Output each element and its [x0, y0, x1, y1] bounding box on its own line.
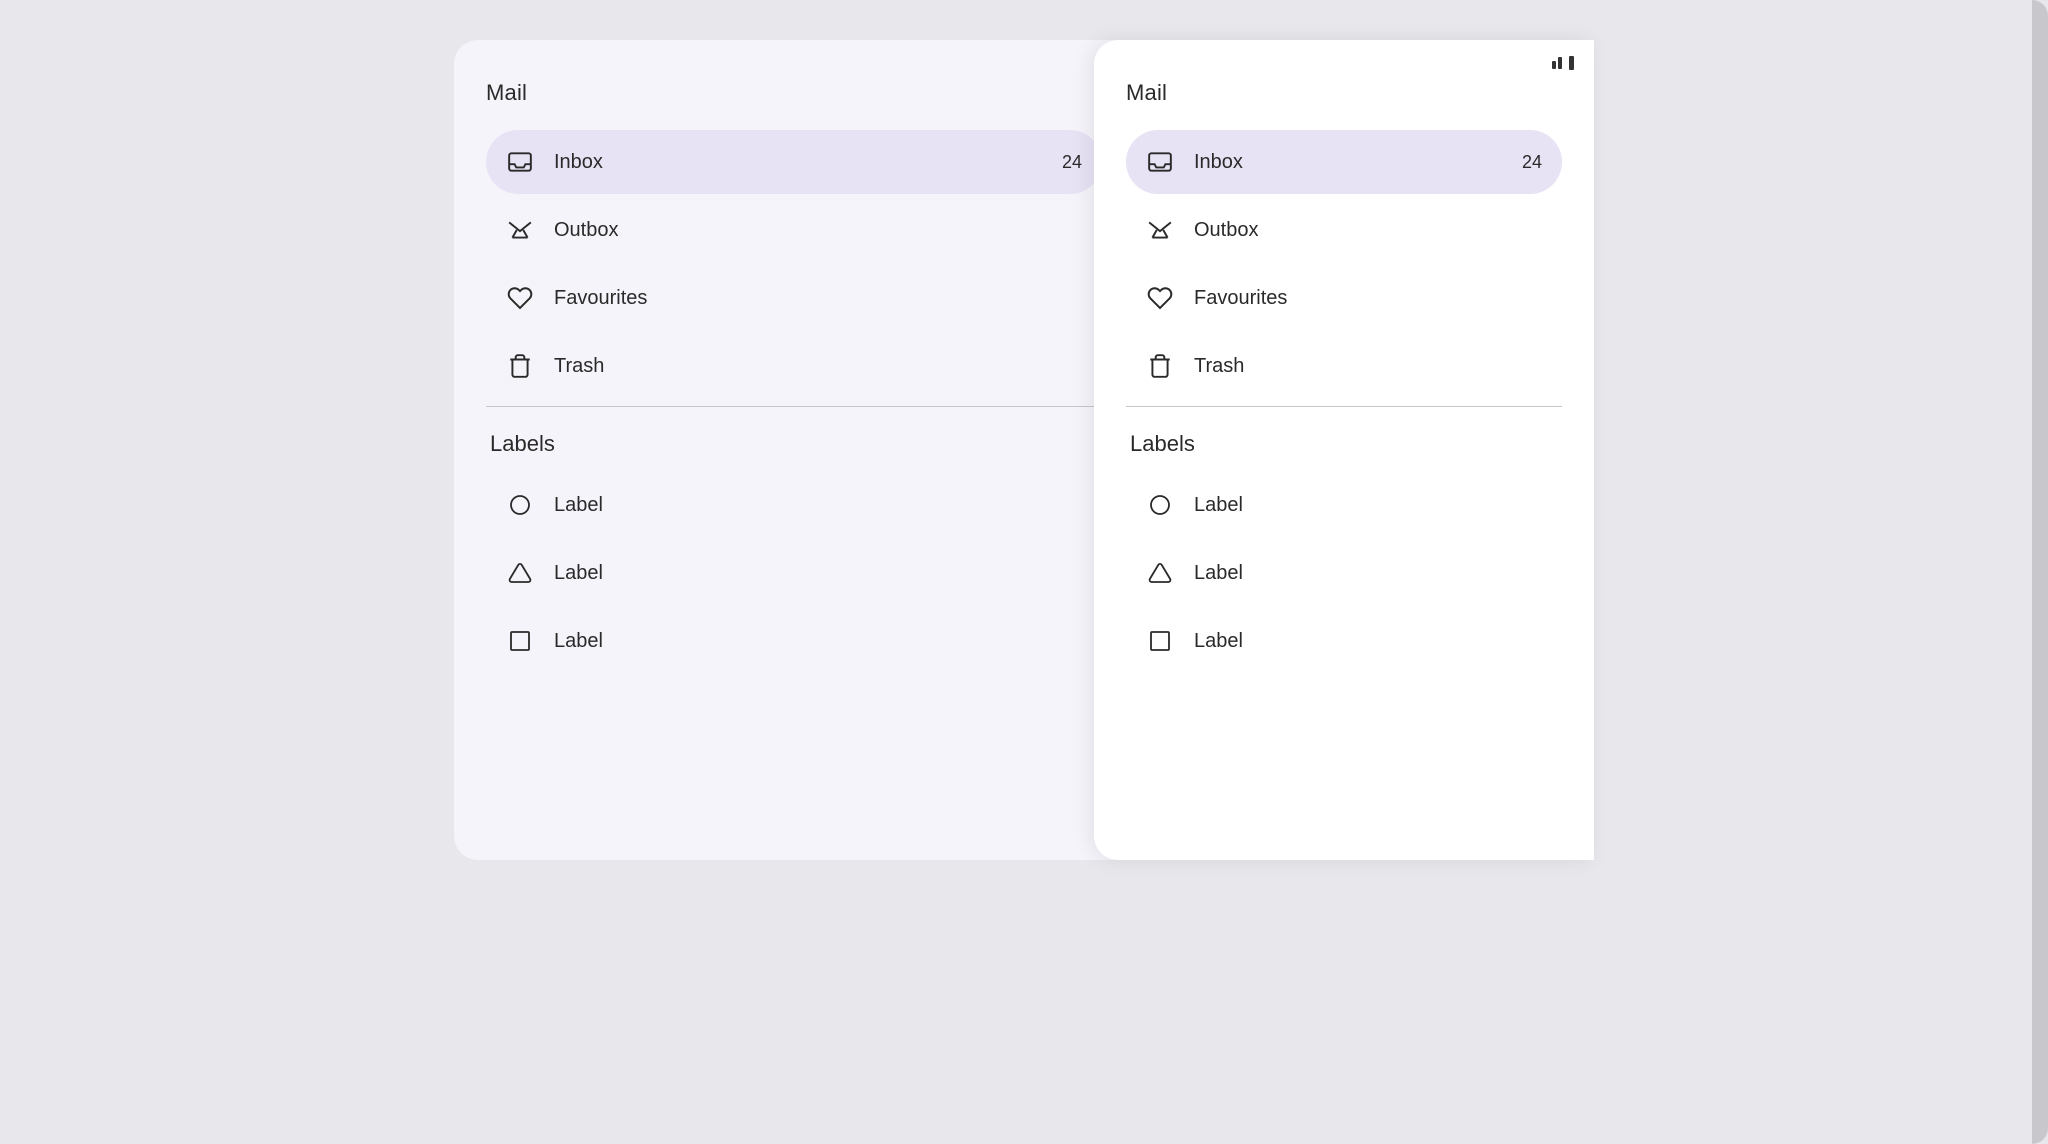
left-nav-trash[interactable]: Trash — [486, 334, 1102, 398]
left-nav-inbox[interactable]: Inbox 24 — [486, 130, 1102, 194]
left-divider — [486, 406, 1102, 407]
right-panel: Mail Inbox 24 Outbox Favourites Trash La… — [1094, 40, 1594, 860]
right-labels-title: Labels — [1126, 431, 1562, 457]
square-icon — [506, 627, 534, 655]
left-label-item-2[interactable]: Label — [486, 541, 1102, 605]
right-divider — [1126, 406, 1562, 407]
left-inbox-label: Inbox — [554, 151, 1042, 174]
right-nav-outbox[interactable]: Outbox — [1126, 198, 1562, 262]
right-inbox-label: Inbox — [1194, 151, 1502, 174]
right-triangle-icon — [1146, 559, 1174, 587]
triangle-icon — [506, 559, 534, 587]
right-favourites-label: Favourites — [1194, 287, 1542, 310]
left-label-1-text: Label — [554, 494, 603, 517]
signal-icon — [1552, 57, 1562, 69]
right-section-title: Mail — [1126, 80, 1562, 106]
left-inbox-badge: 24 — [1062, 152, 1082, 173]
right-label-item-2[interactable]: Label — [1126, 541, 1562, 605]
left-nav-favourites[interactable]: Favourites — [486, 266, 1102, 330]
left-outbox-label: Outbox — [554, 219, 1082, 242]
left-panel: Mail Inbox 24 Outbox Favourites Trash La… — [454, 40, 1134, 860]
right-label-3-text: Label — [1194, 630, 1243, 653]
circle-icon — [506, 491, 534, 519]
right-nav-inbox[interactable]: Inbox 24 — [1126, 130, 1562, 194]
right-label-2-text: Label — [1194, 562, 1243, 585]
right-label-item-3[interactable]: Label — [1126, 609, 1562, 673]
scrollbar[interactable] — [2032, 0, 2048, 1144]
left-nav-outbox[interactable]: Outbox — [486, 198, 1102, 262]
right-label-item-1[interactable]: Label — [1126, 473, 1562, 537]
right-inbox-icon — [1146, 148, 1174, 176]
right-nav-trash[interactable]: Trash — [1126, 334, 1562, 398]
right-circle-icon — [1146, 491, 1174, 519]
status-bar — [1552, 56, 1574, 70]
left-label-item-3[interactable]: Label — [486, 609, 1102, 673]
right-square-icon — [1146, 627, 1174, 655]
left-labels-title: Labels — [486, 431, 1102, 457]
left-labels-section: Labels Label Label Label — [486, 431, 1102, 673]
left-section-title: Mail — [486, 80, 1102, 106]
left-trash-label: Trash — [554, 355, 1082, 378]
left-label-item-1[interactable]: Label — [486, 473, 1102, 537]
left-label-3-text: Label — [554, 630, 603, 653]
right-label-1-text: Label — [1194, 494, 1243, 517]
right-trash-icon — [1146, 352, 1174, 380]
right-labels-section: Labels Label Label Label — [1126, 431, 1562, 673]
right-outbox-icon — [1146, 216, 1174, 244]
inbox-icon — [506, 148, 534, 176]
heart-icon — [506, 284, 534, 312]
right-nav-favourites[interactable]: Favourites — [1126, 266, 1562, 330]
left-favourites-label: Favourites — [554, 287, 1082, 310]
right-heart-icon — [1146, 284, 1174, 312]
right-outbox-label: Outbox — [1194, 219, 1542, 242]
outbox-icon — [506, 216, 534, 244]
right-trash-label: Trash — [1194, 355, 1542, 378]
trash-icon — [506, 352, 534, 380]
right-inbox-badge: 24 — [1522, 152, 1542, 173]
left-label-2-text: Label — [554, 562, 603, 585]
